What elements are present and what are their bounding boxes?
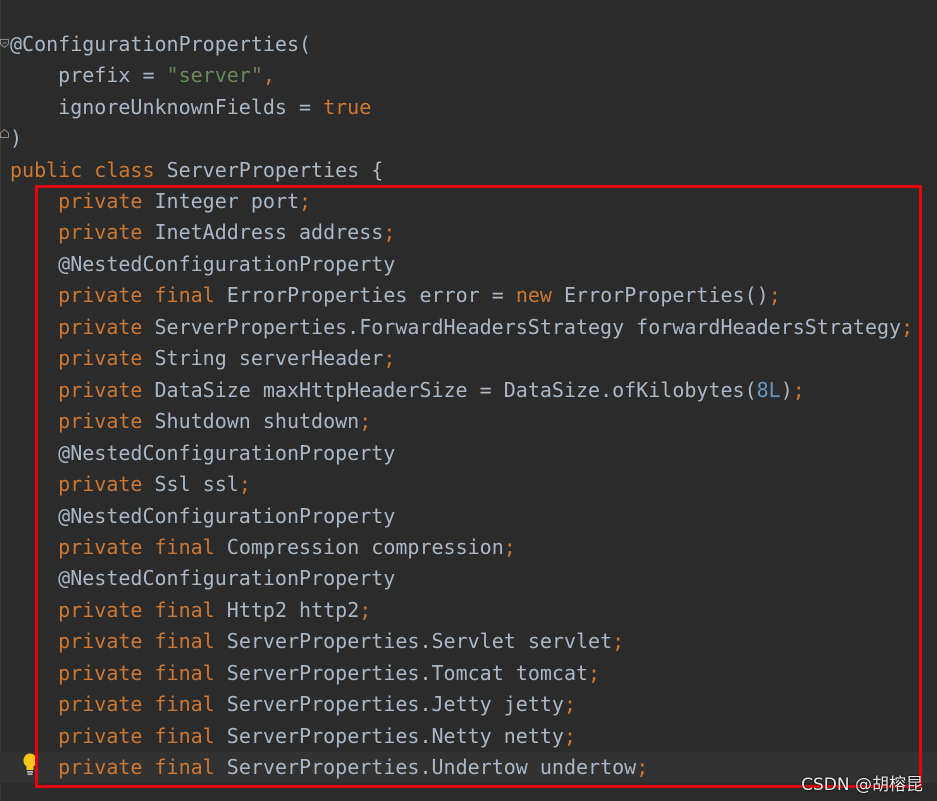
code-line-field: private Integer port; [10, 186, 311, 217]
code-line-field: private ServerProperties.ForwardHeadersS… [10, 312, 913, 343]
field-text: private final Compression compression; [58, 535, 516, 559]
field-text: private final ErrorProperties error = ne… [58, 283, 781, 307]
field-text: private DataSize maxHttpHeaderSize = Dat… [58, 378, 805, 402]
code-line-field: private String serverHeader; [10, 343, 395, 374]
field-text: private ServerProperties.ForwardHeadersS… [58, 315, 914, 339]
code-line-field: @NestedConfigurationProperty [10, 563, 395, 594]
field-text: private final ServerProperties.Tomcat to… [58, 661, 601, 685]
public-keyword: public [10, 158, 83, 182]
code-line-field: private final ServerProperties.Jetty jet… [10, 689, 576, 720]
field-text: private String serverHeader; [58, 346, 396, 370]
code-line-field: private DataSize maxHttpHeaderSize = Dat… [10, 375, 805, 406]
field-text: private final ServerProperties.Jetty jet… [58, 692, 577, 716]
close-paren: ) [10, 126, 23, 150]
ignore-key: ignoreUnknownFields [58, 95, 287, 119]
field-text: private final ServerProperties.Servlet s… [58, 629, 625, 653]
field-text: @NestedConfigurationProperty [58, 441, 396, 465]
fold-icon[interactable] [0, 39, 9, 48]
field-text: @NestedConfigurationProperty [58, 504, 396, 528]
code-line-field: private final Compression compression; [10, 532, 516, 563]
code-line-field: private final ServerProperties.Undertow … [0, 752, 937, 783]
code-line-field: private InetAddress address; [10, 217, 395, 248]
field-text: private Integer port; [58, 189, 312, 213]
code-line-field: @NestedConfigurationProperty [10, 249, 395, 280]
field-text: @NestedConfigurationProperty [58, 252, 396, 276]
code-line-field: private final ErrorProperties error = ne… [10, 280, 781, 311]
code-line-field: @NestedConfigurationProperty [10, 438, 395, 469]
field-text: private Shutdown shutdown; [58, 409, 372, 433]
field-text: private final ServerProperties.Netty net… [58, 724, 577, 748]
code-line-field: private final ServerProperties.Netty net… [10, 721, 576, 752]
watermark: CSDN @胡榕昆 [801, 775, 923, 795]
prefix-key: prefix [58, 63, 131, 87]
comma: , [262, 63, 275, 87]
code-line-annotation: @ConfigurationProperties( [10, 29, 311, 60]
ignore-value: true [323, 95, 372, 119]
code-line-field: private final ServerProperties.Tomcat to… [10, 658, 600, 689]
class-keyword: class [94, 158, 155, 182]
fold-end-icon[interactable] [0, 129, 9, 138]
field-text: private InetAddress address; [58, 220, 396, 244]
field-text: @NestedConfigurationProperty [58, 566, 396, 590]
code-line-ignore-unknown: ignoreUnknownFields = true [10, 92, 371, 123]
code-line-field: private final ServerProperties.Servlet s… [10, 626, 624, 657]
open-paren: ( [298, 32, 312, 56]
class-name: ServerProperties [166, 158, 360, 182]
open-brace: { [371, 158, 384, 182]
field-text: private final ServerProperties.Undertow … [58, 755, 649, 779]
prefix-value: "server" [166, 63, 263, 87]
code-editor[interactable]: @ConfigurationProperties( prefix = "serv… [0, 0, 937, 801]
equals-sign: = [130, 63, 167, 87]
code-line-field: @NestedConfigurationProperty [10, 501, 395, 532]
code-line-prefix: prefix = "server", [10, 60, 275, 91]
code-line-field: private Ssl ssl; [10, 469, 251, 500]
annotation-name: @ConfigurationProperties [10, 32, 299, 56]
code-line-class-decl: public class ServerProperties { [10, 155, 383, 186]
equals-sign-2: = [286, 95, 324, 119]
field-text: private Ssl ssl; [58, 472, 251, 496]
field-text: private final Http2 http2; [58, 598, 372, 622]
code-line-close-paren: ) [10, 123, 22, 154]
gutter-border [0, 0, 1, 801]
code-line-field: private Shutdown shutdown; [10, 406, 371, 437]
code-line-field: private final Http2 http2; [10, 595, 371, 626]
lightbulb-icon[interactable] [20, 752, 40, 776]
